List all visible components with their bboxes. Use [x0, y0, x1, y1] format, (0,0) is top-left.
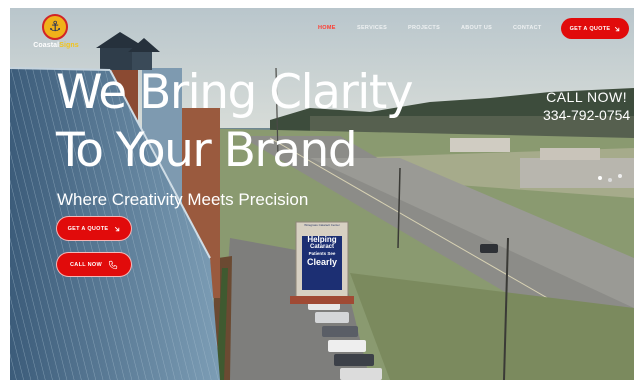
arrow-down-right-icon	[615, 26, 620, 31]
nav-item-contact[interactable]: CONTACT	[513, 25, 542, 31]
call-now-block: CALL NOW! 334-792-0754	[543, 88, 630, 124]
hero-headline: We Bring Clarity To Your Brand	[56, 64, 414, 180]
roadside-sign-text: Wiregrass Cataract Center Helping Catara…	[302, 223, 342, 267]
brand-name: CoastalSigns	[32, 42, 80, 49]
arrow-down-right-icon	[115, 226, 120, 231]
header-get-quote-label: GET A QUOTE	[569, 25, 611, 32]
hero-call-now-button[interactable]: CALL NOW	[56, 252, 132, 277]
anchor-icon: ⚓	[42, 14, 68, 40]
phone-icon	[108, 260, 118, 269]
brand-name-part2: Signs	[59, 42, 79, 49]
sign-line-2: Cataract	[309, 244, 334, 250]
brand-name-part1: Coastal	[33, 42, 60, 49]
hero-get-quote-label: GET A QUOTE	[67, 225, 109, 232]
hero-headline-line1: We Bring Clarity	[56, 65, 414, 120]
call-now-heading: CALL NOW!	[546, 89, 628, 105]
header-get-quote-button[interactable]: GET A QUOTE	[561, 18, 629, 39]
nav-item-about-us[interactable]: ABOUT US	[461, 25, 492, 31]
hero-section: Wiregrass Cataract Center Helping Catara…	[10, 8, 634, 380]
hero-subheadline: Where Creativity Meets Precision	[57, 190, 309, 209]
nav-item-projects[interactable]: PROJECTS	[408, 25, 440, 31]
hero-call-now-label: CALL NOW	[70, 261, 102, 268]
nav-item-home[interactable]: HOME	[318, 25, 336, 31]
phone-number[interactable]: 334-792-0754	[543, 106, 630, 124]
sign-top-text: Wiregrass Cataract Center	[304, 223, 340, 227]
nav-item-services[interactable]: SERVICES	[357, 25, 387, 31]
hero-get-quote-button[interactable]: GET A QUOTE	[56, 216, 132, 241]
sign-line-1: Helping	[307, 235, 337, 244]
sign-line-4: Clearly	[306, 257, 338, 267]
hero-headline-line2: To Your Brand	[56, 123, 358, 178]
brand-logo[interactable]: ⚓ CoastalSigns	[32, 14, 80, 58]
